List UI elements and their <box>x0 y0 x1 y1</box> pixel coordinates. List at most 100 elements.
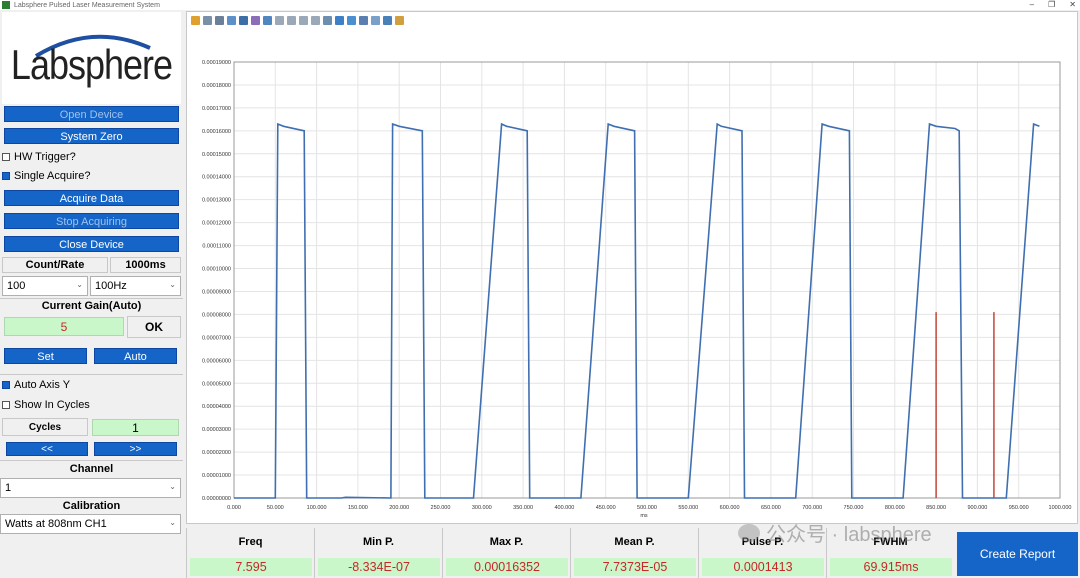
x-tick-label: 600.000 <box>720 505 740 511</box>
channel-label: Channel <box>69 463 114 475</box>
y-tick-label: 0.00011000 <box>202 244 231 250</box>
rate-value: 100Hz <box>95 280 127 292</box>
y-tick-label: 0.00018000 <box>202 83 231 89</box>
create-report-button[interactable]: Create Report <box>957 532 1078 576</box>
x-tick-label: 150.000 <box>348 505 368 511</box>
y-tick-label: 0.00005000 <box>202 381 231 387</box>
chevron-down-icon: ⌄ <box>169 482 176 491</box>
open-device-button[interactable]: Open Device <box>4 106 179 122</box>
y-tick-label: 0.00017000 <box>202 106 231 112</box>
y-tick-label: 0.00016000 <box>202 129 231 135</box>
wechat-icon <box>738 523 760 542</box>
x-tick-label: 900.000 <box>967 505 987 511</box>
auto-axis-y-checkbox[interactable]: Auto Axis Y <box>2 377 70 393</box>
count-rate-label: Count/Rate <box>2 257 108 273</box>
x-tick-label: 350.000 <box>513 505 533 511</box>
x-tick-label: 700.000 <box>802 505 822 511</box>
x-tick-label: 300.000 <box>472 505 492 511</box>
pulse-chart[interactable]: 0.00000000 0.00001000 0.00002000 0.00003000… <box>187 12 1077 523</box>
watermark: 公众号 · labsphere <box>738 518 932 547</box>
stat-min-p: Min P. -8.334E-07 <box>314 528 442 578</box>
calibration-value: Watts at 808nm CH1 <box>5 518 107 530</box>
auto-axis-y-label: Auto Axis Y <box>14 379 71 391</box>
gain-value[interactable]: 5 <box>4 317 124 336</box>
checkbox-box[interactable] <box>2 172 10 180</box>
ok-button[interactable]: OK <box>127 316 181 338</box>
x-tick-label: 50.000 <box>267 505 284 511</box>
x-tick-label: 800.000 <box>885 505 905 511</box>
stat-max-p: Max P. 0.00016352 <box>442 528 570 578</box>
y-tick-label: 0.00000000 <box>202 496 231 502</box>
x-tick-label: 250.000 <box>431 505 451 511</box>
stop-acquiring-button[interactable]: Stop Acquiring <box>4 213 179 229</box>
y-tick-label: 0.00006000 <box>202 358 231 364</box>
hw-trigger-label: HW Trigger? <box>14 151 76 163</box>
stat-value: 7.595 <box>190 558 312 576</box>
chart-panel: 0.00000000 0.00001000 0.00002000 0.00003000… <box>186 11 1078 524</box>
show-in-cycles-checkbox[interactable]: Show In Cycles <box>2 397 90 413</box>
y-tick-label: 0.00012000 <box>202 221 231 227</box>
x-tick-label: 100.000 <box>307 505 327 511</box>
y-tick-label: 0.00001000 <box>202 473 231 479</box>
single-acquire-label: Single Acquire? <box>14 170 91 182</box>
minimize-icon[interactable]: – <box>1030 0 1034 10</box>
stat-label: Freq <box>238 536 263 548</box>
watermark-text: 公众号 · labsphere <box>766 524 932 546</box>
checkbox-box[interactable] <box>2 401 10 409</box>
show-in-cycles-label: Show In Cycles <box>14 399 90 411</box>
channel-select[interactable]: 1 ⌄ <box>0 478 181 498</box>
divider <box>0 460 183 461</box>
set-button[interactable]: Set <box>4 348 87 364</box>
hw-trigger-checkbox[interactable]: HW Trigger? <box>2 149 76 165</box>
next-cycle-button[interactable]: >> <box>94 442 177 456</box>
single-acquire-checkbox[interactable]: Single Acquire? <box>2 168 90 184</box>
power-trace <box>234 122 1040 499</box>
y-tick-label: 0.00008000 <box>202 312 231 318</box>
stat-mean-p: Mean P. 7.7373E-05 <box>570 528 698 578</box>
x-tick-label: 550.000 <box>678 505 698 511</box>
channel-value: 1 <box>5 482 12 494</box>
stat-label: Max P. <box>489 536 524 548</box>
stat-value: 0.0001413 <box>702 558 824 576</box>
x-tick-label: 750.000 <box>844 505 864 511</box>
stat-label: Min P. <box>363 536 394 548</box>
divider <box>0 374 183 375</box>
stat-value: 69.915ms <box>830 558 952 576</box>
window-title: Labsphere Pulsed Laser Measurement Syste… <box>14 1 160 9</box>
chevron-down-icon: ⌄ <box>169 280 176 289</box>
y-tick-label: 0.00003000 <box>202 427 231 433</box>
x-tick-label: 500.000 <box>637 505 657 511</box>
stat-value: 7.7373E-05 <box>574 558 696 576</box>
x-tick-label: 450.000 <box>596 505 616 511</box>
y-tick-label: 0.00013000 <box>202 198 231 204</box>
control-panel: Labsphere Open Device System Zero HW Tri… <box>0 10 183 578</box>
rate-select[interactable]: 100Hz ⌄ <box>90 276 181 296</box>
auto-button[interactable]: Auto <box>94 348 177 364</box>
x-tick-label: 1000.000 <box>1049 505 1072 511</box>
app-icon <box>2 1 10 9</box>
x-tick-label: 200.000 <box>389 505 409 511</box>
stat-label: Mean P. <box>614 536 655 548</box>
previous-cycle-button[interactable]: << <box>6 442 88 456</box>
count-select[interactable]: 100 ⌄ <box>2 276 88 296</box>
y-tick-label: 0.00015000 <box>202 152 231 158</box>
maximize-icon[interactable]: ❐ <box>1048 0 1055 10</box>
y-tick-label: 0.00007000 <box>202 335 231 341</box>
cycles-value[interactable]: 1 <box>92 419 179 436</box>
checkbox-box[interactable] <box>2 381 10 389</box>
close-icon[interactable]: ✕ <box>1069 0 1076 10</box>
x-tick-label: 0.000 <box>227 505 241 511</box>
y-tick-label: 0.00010000 <box>202 267 231 273</box>
count-value: 100 <box>7 280 26 292</box>
x-tick-label: 400.000 <box>554 505 574 511</box>
checkbox-box[interactable] <box>2 153 10 161</box>
divider <box>0 298 183 299</box>
system-zero-button[interactable]: System Zero <box>4 128 179 144</box>
acquire-data-button[interactable]: Acquire Data <box>4 190 179 206</box>
duration-label: 1000ms <box>110 257 181 273</box>
y-tick-label: 0.00009000 <box>202 289 231 295</box>
stat-value: -8.334E-07 <box>318 558 440 576</box>
calibration-select[interactable]: Watts at 808nm CH1 ⌄ <box>0 514 181 534</box>
close-device-button[interactable]: Close Device <box>4 236 179 252</box>
title-bar: Labsphere Pulsed Laser Measurement Syste… <box>0 0 1080 10</box>
